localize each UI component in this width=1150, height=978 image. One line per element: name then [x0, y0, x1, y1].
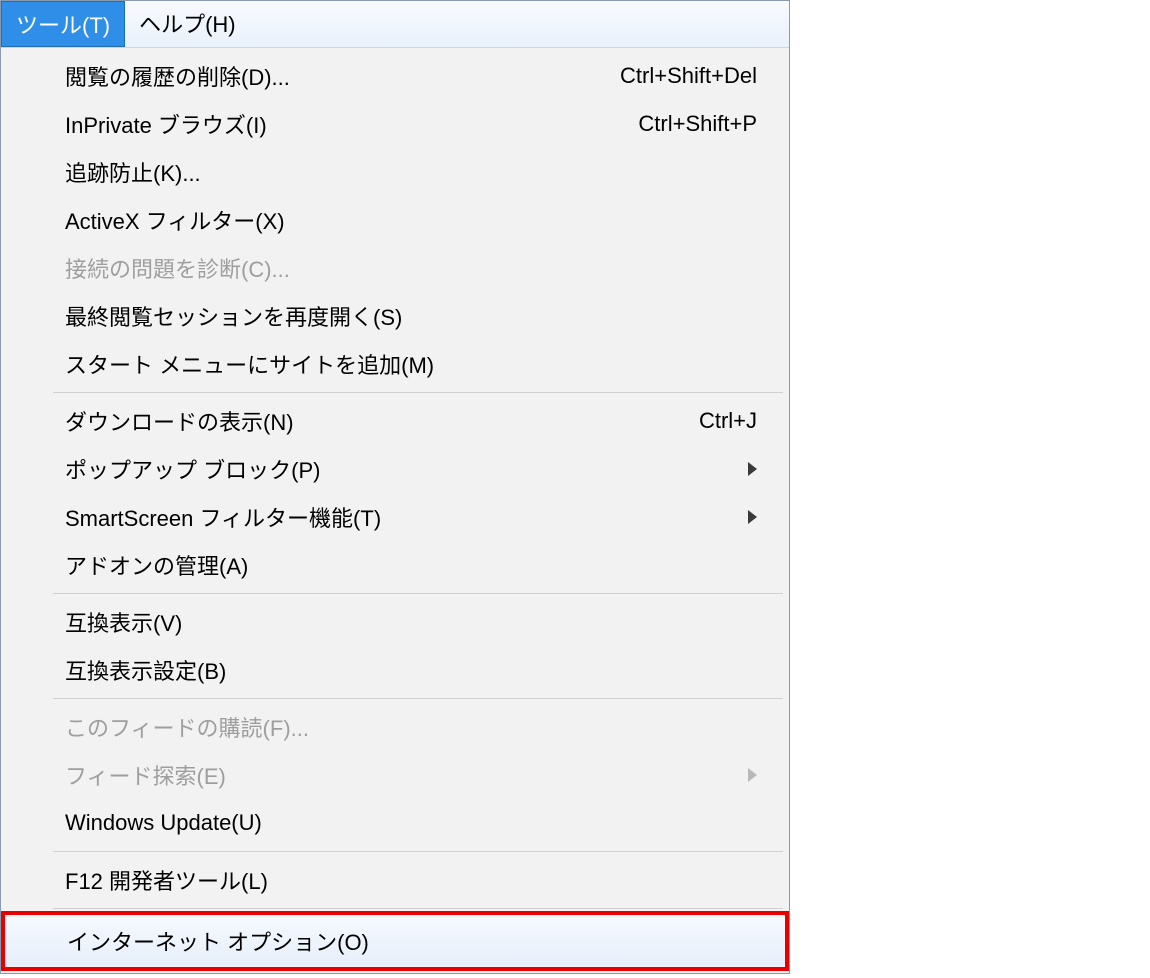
menu-item-label: 互換表示設定(B) [65, 654, 757, 686]
menu-item-label: SmartScreen フィルター機能(T) [65, 501, 736, 533]
menu-separator [53, 593, 783, 594]
menubar: ツール(T) ヘルプ(H) [1, 1, 789, 48]
menu-manage-addons[interactable]: アドオンの管理(A) [3, 541, 787, 589]
menu-item-label: インターネット オプション(O) [67, 925, 755, 957]
menu-windows-update[interactable]: Windows Update(U) [3, 799, 787, 847]
menubar-help-label: ヘルプ(H) [139, 12, 236, 37]
menu-popup-blocker[interactable]: ポップアップ ブロック(P) [3, 445, 787, 493]
menu-compat-view[interactable]: 互換表示(V) [3, 598, 787, 646]
menu-delete-browsing-history[interactable]: 閲覧の履歴の削除(D)... Ctrl+Shift+Del [3, 52, 787, 100]
submenu-arrow-icon [748, 768, 757, 782]
menu-item-label: InPrivate ブラウズ(I) [65, 108, 618, 140]
menu-internet-options[interactable]: インターネット オプション(O) [5, 917, 785, 965]
menu-item-label: ActiveX フィルター(X) [65, 204, 757, 236]
menu-item-label: 接続の問題を診断(C)... [65, 252, 757, 284]
menu-separator [53, 392, 783, 393]
menu-item-label: F12 開発者ツール(L) [65, 864, 757, 896]
menubar-tools-label: ツール(T) [16, 13, 110, 38]
submenu-arrow-icon [748, 462, 757, 476]
tools-menu-window: ツール(T) ヘルプ(H) 閲覧の履歴の削除(D)... Ctrl+Shift+… [0, 0, 790, 974]
menu-item-shortcut: Ctrl+J [699, 408, 757, 434]
menu-subscribe-feed: このフィードの購読(F)... [3, 703, 787, 751]
submenu-arrow-icon [748, 510, 757, 524]
menu-item-label: ポップアップ ブロック(P) [65, 453, 736, 485]
menu-compat-view-settings[interactable]: 互換表示設定(B) [3, 646, 787, 694]
menu-tracking-protection[interactable]: 追跡防止(K)... [3, 148, 787, 196]
menu-item-label: このフィードの購読(F)... [65, 711, 757, 743]
menubar-tools[interactable]: ツール(T) [1, 1, 125, 47]
menubar-help[interactable]: ヘルプ(H) [125, 1, 250, 47]
menu-item-label: 互換表示(V) [65, 606, 757, 638]
menu-activex-filter[interactable]: ActiveX フィルター(X) [3, 196, 787, 244]
menu-item-label: スタート メニューにサイトを追加(M) [65, 348, 757, 380]
menu-separator [53, 908, 783, 909]
menu-inprivate-browsing[interactable]: InPrivate ブラウズ(I) Ctrl+Shift+P [3, 100, 787, 148]
menu-item-label: フィード探索(E) [65, 759, 736, 791]
menu-feed-discovery: フィード探索(E) [3, 751, 787, 799]
menu-item-label: 追跡防止(K)... [65, 156, 757, 188]
menu-item-label: 閲覧の履歴の削除(D)... [65, 60, 600, 92]
menu-smartscreen-filter[interactable]: SmartScreen フィルター機能(T) [3, 493, 787, 541]
menu-view-downloads[interactable]: ダウンロードの表示(N) Ctrl+J [3, 397, 787, 445]
menu-item-label: Windows Update(U) [65, 810, 757, 836]
menu-item-shortcut: Ctrl+Shift+P [638, 111, 757, 137]
menu-separator [53, 698, 783, 699]
menu-item-label: アドオンの管理(A) [65, 549, 757, 581]
tools-dropdown: 閲覧の履歴の削除(D)... Ctrl+Shift+Del InPrivate … [1, 48, 789, 973]
menu-reopen-last-session[interactable]: 最終閲覧セッションを再度開く(S) [3, 292, 787, 340]
menu-f12-devtools[interactable]: F12 開発者ツール(L) [3, 856, 787, 904]
menu-item-shortcut: Ctrl+Shift+Del [620, 63, 757, 89]
menu-item-label: ダウンロードの表示(N) [65, 405, 679, 437]
menu-diagnose-connection: 接続の問題を診断(C)... [3, 244, 787, 292]
highlight-internet-options: インターネット オプション(O) [1, 911, 789, 971]
menu-add-site-to-start[interactable]: スタート メニューにサイトを追加(M) [3, 340, 787, 388]
menu-item-label: 最終閲覧セッションを再度開く(S) [65, 300, 757, 332]
menu-separator [53, 851, 783, 852]
